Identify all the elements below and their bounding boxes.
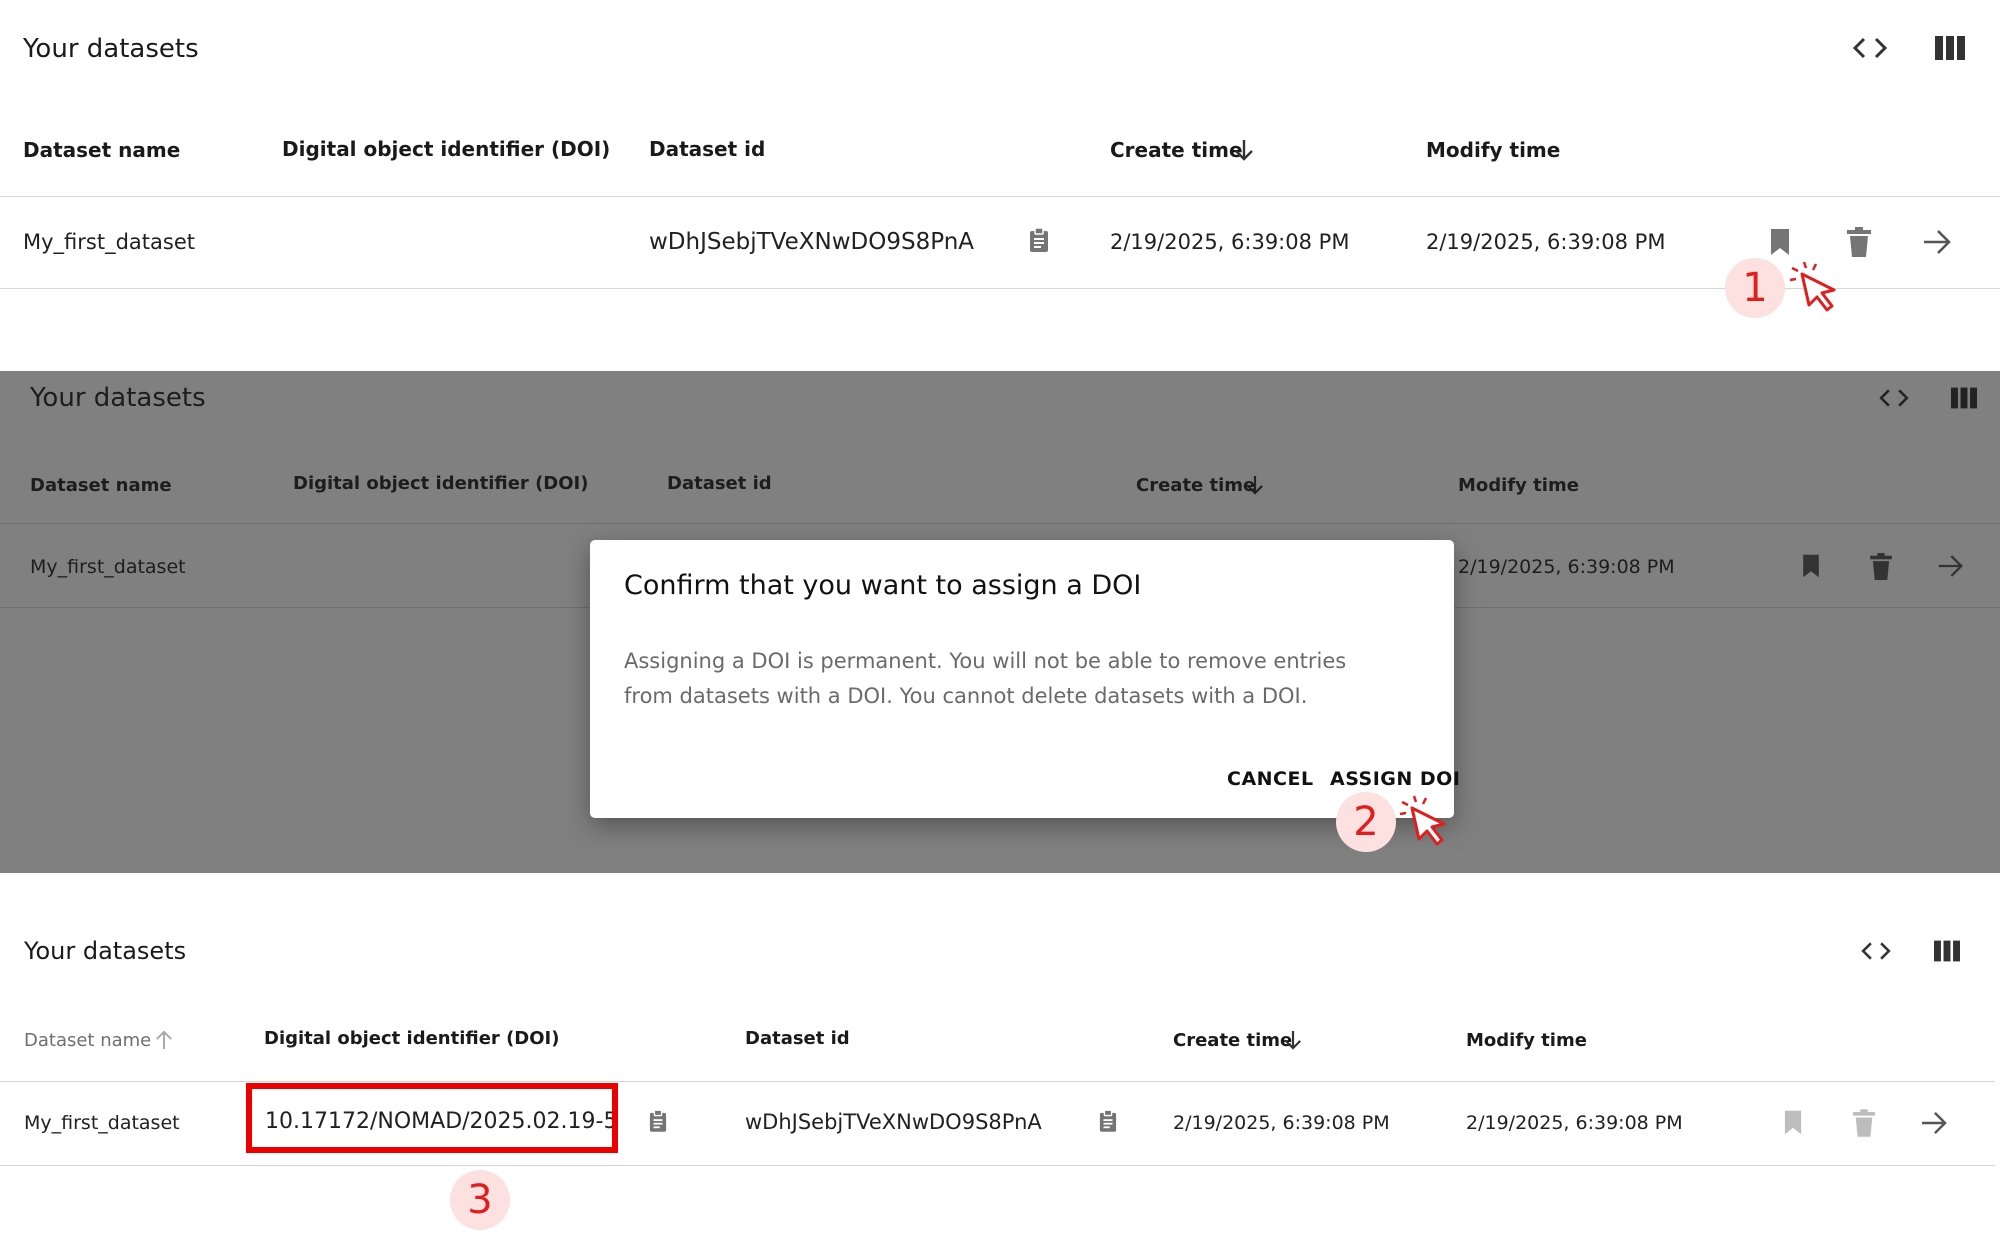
view-column-icon[interactable] [1951,387,1977,409]
modify-time-cell: 2/19/2025, 6:39:08 PM [1466,1112,1683,1134]
datasets-panel-step1: Your datasets Dataset name Digital objec… [0,0,2000,318]
column-header-dataset-name[interactable]: Dataset name [23,138,180,162]
arrow-down-sort-icon[interactable] [1234,139,1254,161]
arrow-forward-icon[interactable] [1937,554,1964,578]
clipboard-icon[interactable] [1029,228,1049,252]
code-icon[interactable] [1860,939,1892,963]
page-title: Your datasets [30,383,206,413]
row-divider [0,288,2000,289]
column-header-create-time[interactable]: Create time [1136,475,1255,496]
arrow-down-sort-icon[interactable] [1284,1030,1302,1050]
clipboard-icon[interactable] [1099,1110,1117,1132]
step-badge: 1 [1725,258,1785,318]
assign-doi-button[interactable]: ASSIGN DOI [1330,768,1460,790]
page-title: Your datasets [24,937,187,965]
cancel-button[interactable]: CANCEL [1227,768,1314,790]
code-icon[interactable] [1878,386,1910,410]
assign-doi-dialog: Confirm that you want to assign a DOI As… [590,540,1460,818]
column-header-modify-time[interactable]: Modify time [1458,475,1579,496]
delete-icon [1853,1109,1875,1137]
column-header-dataset-name[interactable]: Dataset name [30,475,172,496]
bookmark-icon[interactable] [1769,227,1791,257]
create-time-cell: 2/19/2025, 6:39:08 PM [1110,230,1350,254]
clipboard-icon[interactable] [649,1110,667,1132]
click-cursor-icon [1399,795,1446,846]
doi-highlight-box [246,1083,618,1153]
column-header-create-time[interactable]: Create time [1110,138,1243,162]
column-header-modify-time[interactable]: Modify time [1466,1030,1587,1051]
step-badge: 3 [450,1170,510,1230]
column-header-create-time[interactable]: Create time [1173,1030,1292,1051]
dataset-name-cell: My_first_dataset [30,556,186,578]
arrow-forward-icon[interactable] [1922,229,1952,255]
code-icon[interactable] [1852,34,1888,62]
row-divider [0,1165,1995,1166]
header-divider [0,196,2000,197]
column-header-doi[interactable]: Digital object identifier (DOI) [264,1028,559,1049]
create-time-cell: 2/19/2025, 6:39:08 PM [1173,1112,1390,1134]
column-header-doi[interactable]: Digital object identifier (DOI) [282,137,610,161]
page-title: Your datasets [23,34,199,64]
bookmark-icon [1784,1110,1802,1135]
arrow-up-sort-icon[interactable] [155,1030,173,1050]
step-badge: 2 [1336,792,1396,852]
bookmark-icon[interactable] [1801,553,1821,579]
dialog-message: Assigning a DOI is permanent. You will n… [624,649,1347,708]
header-divider [0,523,2000,524]
column-header-dataset-id[interactable]: Dataset id [745,1028,850,1049]
click-cursor-icon [1789,261,1836,312]
view-column-icon[interactable] [1935,36,1965,60]
dataset-name-cell: My_first_dataset [24,1112,180,1134]
modify-time-cell: 2/19/2025, 6:39:08 PM [1426,230,1666,254]
dataset-name-cell: My_first_dataset [23,230,195,254]
arrow-down-sort-icon[interactable] [1246,475,1264,495]
dialog-title: Confirm that you want to assign a DOI [624,570,1142,601]
column-header-modify-time[interactable]: Modify time [1426,138,1560,162]
column-header-doi[interactable]: Digital object identifier (DOI) [293,473,588,494]
view-column-icon[interactable] [1934,940,1960,962]
dataset-id-cell: wDhJSebjTVeXNwDO9S8PnA [649,229,974,255]
column-header-dataset-id[interactable]: Dataset id [649,137,765,161]
header-divider [0,1081,1995,1082]
arrow-forward-icon[interactable] [1920,1111,1948,1135]
modify-time-cell: 2/19/2025, 6:39:08 PM [1458,556,1675,578]
delete-icon[interactable] [1847,227,1871,257]
delete-icon[interactable] [1870,553,1892,580]
column-header-dataset-name[interactable]: Dataset name [24,1030,151,1051]
column-header-dataset-id[interactable]: Dataset id [667,473,772,494]
dataset-id-cell: wDhJSebjTVeXNwDO9S8PnA [745,1110,1042,1134]
